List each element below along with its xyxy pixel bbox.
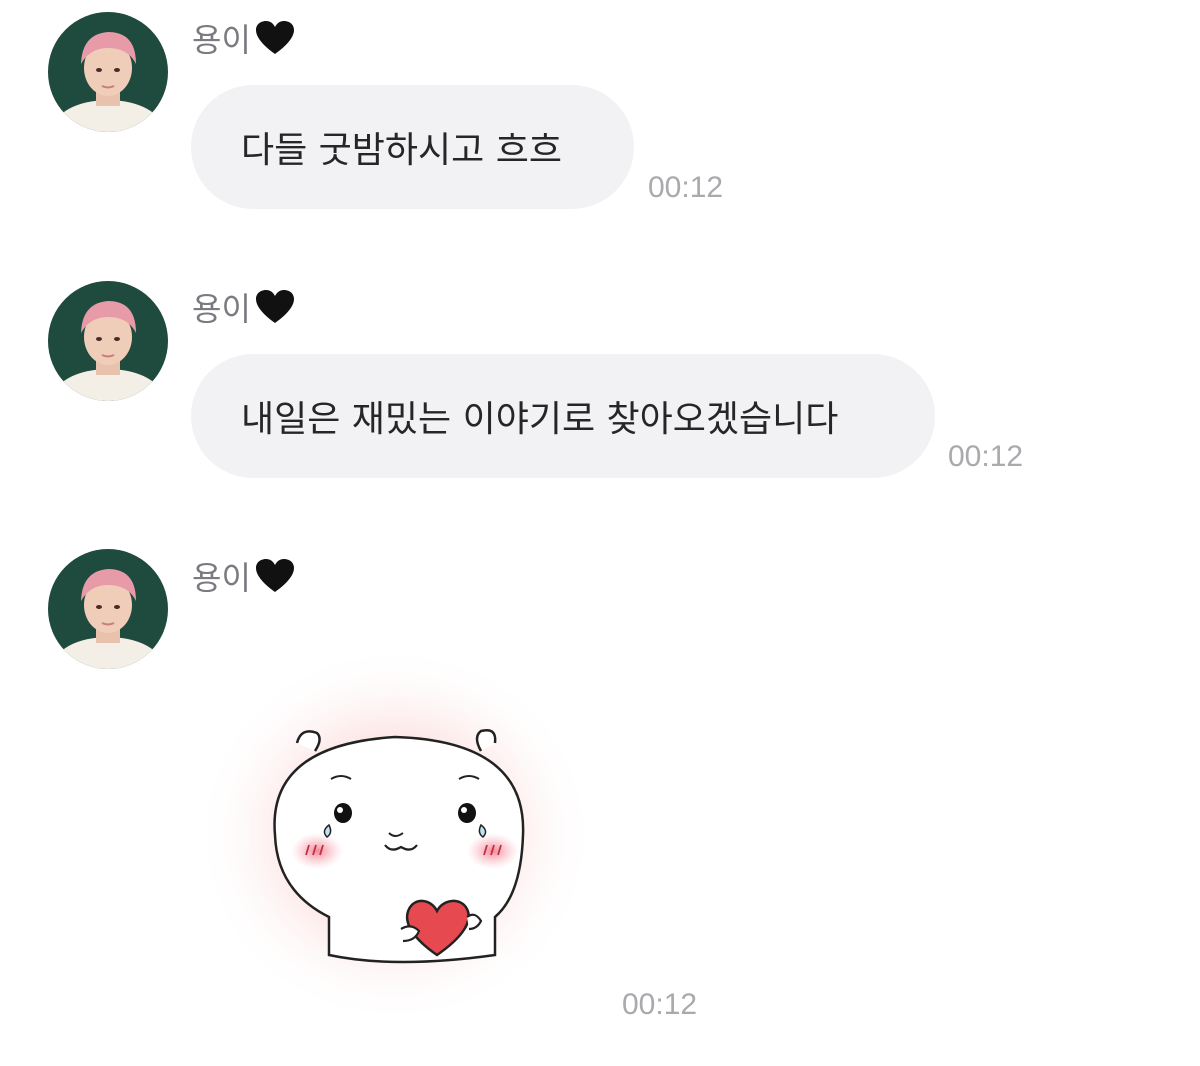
message-bubble[interactable]: 다들 굿밤하시고 흐흐 [191,85,634,209]
sender-name: 용이 [192,18,295,59]
black-heart-icon [255,558,295,594]
sender-name: 용이 [192,556,295,597]
message-text: 다들 굿밤하시고 흐흐 [241,130,562,171]
sender-name: 용이 [192,287,295,328]
avatar[interactable] [48,281,168,401]
message-bubble[interactable]: 내일은 재밌는 이야기로 찾아오겠습니다 [191,354,935,478]
black-heart-icon [255,20,295,56]
message-text: 내일은 재밌는 이야기로 찾아오겠습니다 [241,399,839,440]
crying-hamster-holding-heart-sticker[interactable] [195,645,605,1025]
message-timestamp: 00:12 [948,440,1024,473]
message-row: 용이 내일은 재밌는 이야기로 찾아오겠습니다 00:12 [0,270,1200,510]
black-heart-icon [255,289,295,325]
avatar[interactable] [48,12,168,132]
message-timestamp: 00:12 [648,171,724,204]
message-row: 용이 다들 굿밤하시고 흐흐 00:12 [0,0,1200,240]
avatar[interactable] [48,549,168,669]
message-timestamp: 00:12 [622,988,698,1021]
